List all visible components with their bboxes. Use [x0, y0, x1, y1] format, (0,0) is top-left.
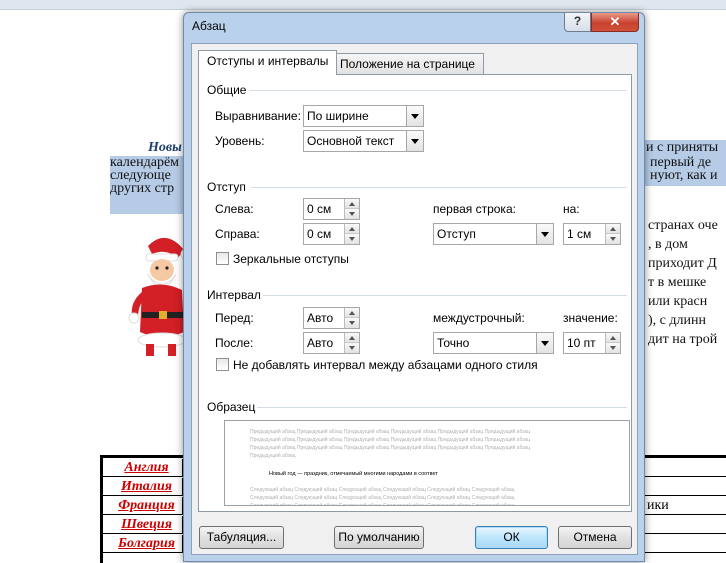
spin-down-icon[interactable]: [605, 234, 620, 244]
preview-previous-line: Предыдущий абзац Предыдущий абзац Предыд…: [250, 437, 531, 443]
indent-by-value: 1 см: [567, 227, 592, 241]
mirror-indents-checkbox[interactable]: [216, 252, 229, 265]
indent-by-spinner[interactable]: 1 см: [563, 223, 621, 245]
indent-left-value: 0 см: [307, 202, 332, 216]
group-spacing-label: Интервал: [207, 288, 261, 302]
preview-previous-line-short: Предыдущий абзац: [250, 453, 296, 459]
spin-up-icon[interactable]: [344, 224, 359, 234]
doc-body-line-6: ), с длинн: [648, 313, 706, 328]
doc-body-line-2: , в дом: [648, 237, 688, 252]
group-general-divider: [249, 90, 627, 91]
doc-paragraph-bold-start: Новы: [148, 140, 182, 155]
spacing-before-value: Авто: [307, 311, 334, 325]
table-cell-right: ики: [647, 498, 669, 513]
indent-left-label: Слева:: [215, 202, 254, 216]
indent-left-spinner[interactable]: 0 см: [303, 198, 360, 220]
dialog-client-area: Отступы и интервалы Положение на страниц…: [191, 43, 638, 555]
level-select[interactable]: Основной текст: [303, 130, 424, 152]
first-line-select[interactable]: Отступ: [433, 223, 554, 245]
doc-line-3-right: нуют, как и: [650, 168, 718, 183]
spin-up-icon[interactable]: [605, 224, 620, 234]
dont-add-spacing-checkbox[interactable]: [216, 358, 229, 371]
spin-down-icon[interactable]: [344, 234, 359, 244]
doc-body-line-4: т в мешке: [648, 275, 707, 290]
doc-body-line-1: странах оче: [648, 218, 718, 233]
level-label: Уровень:: [215, 134, 265, 148]
tab-indents-spacing[interactable]: Отступы и интервалы: [198, 50, 338, 75]
tabs-button[interactable]: Табуляция...: [199, 526, 284, 549]
indent-right-value: 0 см: [307, 227, 332, 241]
word-ribbon-edge: [0, 0, 726, 10]
spacing-after-spinner[interactable]: Авто: [303, 332, 360, 354]
spin-down-icon[interactable]: [605, 343, 620, 353]
paragraph-preview: Предыдущий абзац Предыдущий абзац Предыд…: [224, 420, 630, 506]
spin-up-icon[interactable]: [344, 199, 359, 209]
table-cell-country: Швеция: [111, 516, 183, 533]
indent-by-label: на:: [563, 202, 580, 216]
group-indent-divider: [251, 187, 627, 188]
spin-down-icon[interactable]: [344, 318, 359, 328]
chevron-down-icon[interactable]: [536, 224, 553, 244]
spin-down-icon[interactable]: [344, 343, 359, 353]
spacing-at-label: значение:: [563, 311, 618, 325]
doc-body-line-3: приходит Д: [648, 256, 717, 271]
spacing-before-label: Перед:: [215, 311, 254, 325]
group-general-label: Общие: [207, 83, 247, 97]
doc-line-4-left: других стр: [110, 181, 175, 196]
line-spacing-value: Точно: [437, 336, 470, 350]
chevron-down-icon[interactable]: [406, 106, 423, 126]
spin-up-icon[interactable]: [344, 333, 359, 343]
chevron-down-icon[interactable]: [406, 131, 423, 151]
alignment-select[interactable]: По ширине: [303, 105, 424, 127]
dialog-title: Абзац: [192, 19, 226, 33]
close-button[interactable]: ✕: [591, 13, 639, 32]
tab-line-page-breaks[interactable]: Положение на странице: [331, 53, 484, 75]
preview-next-line: Следующий абзац Следующий абзац Следующи…: [250, 495, 515, 501]
spacing-after-label: После:: [215, 336, 254, 350]
santa-claus-image: [128, 237, 190, 356]
ok-button[interactable]: ОК: [475, 526, 548, 549]
level-value: Основной текст: [307, 134, 395, 148]
spacing-at-value: 10 пт: [567, 336, 596, 350]
first-line-label: первая строка:: [433, 202, 516, 216]
spin-up-icon[interactable]: [344, 308, 359, 318]
mirror-indents-label[interactable]: Зеркальные отступы: [233, 252, 349, 266]
doc-line-1-right: и с приняты: [646, 140, 719, 155]
group-preview-divider: [257, 407, 627, 408]
spin-up-icon[interactable]: [605, 333, 620, 343]
spin-down-icon[interactable]: [344, 209, 359, 219]
alignment-value: По ширине: [307, 109, 369, 123]
doc-body-line-7: дит на трой: [648, 332, 718, 347]
doc-body-line-5: или красн: [648, 294, 708, 309]
indent-right-label: Справа:: [215, 227, 260, 241]
line-spacing-label: междустрочный:: [433, 311, 525, 325]
table-cell-country: Англия: [111, 459, 183, 476]
dont-add-spacing-label[interactable]: Не добавлять интервал между абзацами одн…: [233, 358, 538, 372]
cancel-button[interactable]: Отмена: [558, 526, 632, 549]
alignment-label: Выравнивание:: [215, 109, 301, 123]
group-spacing-divider: [263, 295, 627, 296]
group-preview-label: Образец: [207, 400, 256, 414]
spacing-after-value: Авто: [307, 336, 334, 350]
tab-panel: Общие Выравнивание: По ширине Уровень: О…: [198, 74, 632, 512]
table-cell-country: Болгария: [111, 535, 183, 552]
table-cell-country: Франция: [111, 497, 183, 514]
preview-next-line: Следующий абзац Следующий абзац Следующи…: [250, 487, 515, 493]
indent-right-spinner[interactable]: 0 см: [303, 223, 360, 245]
set-default-button[interactable]: По умолчанию: [334, 526, 424, 549]
group-indent-label: Отступ: [207, 180, 246, 194]
preview-next-line: Следующий абзац Следующий абзац Следующи…: [250, 503, 515, 506]
first-line-value: Отступ: [437, 227, 476, 241]
spacing-before-spinner[interactable]: Авто: [303, 307, 360, 329]
chevron-down-icon[interactable]: [536, 333, 553, 353]
preview-sample-text: Новый год — праздник, отмечаемый многими…: [269, 471, 438, 477]
spacing-at-spinner[interactable]: 10 пт: [563, 332, 621, 354]
table-cell-country: Италия: [111, 478, 183, 495]
paragraph-dialog: Абзац ? ✕ Отступы и интервалы Положение …: [183, 12, 645, 562]
preview-previous-line: Предыдущий абзац Предыдущий абзац Предыд…: [250, 429, 531, 435]
screen: Новы календарём следующе других стр и с …: [0, 0, 726, 563]
line-spacing-select[interactable]: Точно: [433, 332, 554, 354]
help-button[interactable]: ?: [564, 13, 591, 32]
preview-previous-line: Предыдущий абзац Предыдущий абзац Предыд…: [250, 445, 531, 451]
